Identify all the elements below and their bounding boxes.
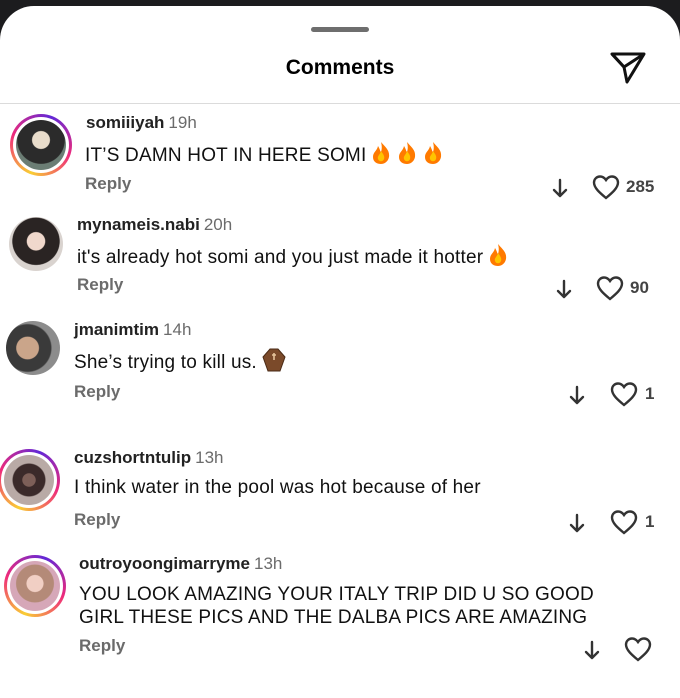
- like-count: 90: [630, 278, 649, 297]
- fire-emoji-icon: [490, 244, 507, 266]
- reply-button[interactable]: Reply: [77, 275, 123, 295]
- like-count: 1: [645, 384, 655, 403]
- arrow-down-icon[interactable]: [555, 279, 573, 301]
- username-text: somiiiyah: [86, 113, 165, 132]
- comment-username[interactable]: outroyoongimarryme 13h: [79, 554, 282, 574]
- heart-outline-icon[interactable]: [624, 636, 652, 662]
- heart-outline-icon[interactable]: [592, 174, 620, 200]
- like-count: 1: [645, 512, 655, 531]
- reply-button[interactable]: Reply: [74, 510, 120, 530]
- avatar[interactable]: [0, 449, 60, 511]
- comment-text: IT’S DAMN HOT IN HERE SOMI: [85, 141, 444, 167]
- header-divider: [0, 103, 680, 104]
- comment-time: 13h: [195, 448, 224, 467]
- page-title: Comments: [285, 56, 395, 79]
- comment-time: 20h: [203, 215, 233, 234]
- comment-time: 13h: [253, 554, 283, 573]
- comment-time: 19h: [168, 113, 197, 132]
- share-button[interactable]: [608, 50, 648, 86]
- reply-button[interactable]: Reply: [85, 174, 131, 194]
- comment-username[interactable]: jmanimtim 14h: [74, 320, 191, 340]
- heart-outline-icon[interactable]: [610, 381, 638, 407]
- arrow-down-icon[interactable]: [551, 178, 569, 200]
- username-text: cuzshortntulip: [74, 448, 192, 467]
- username-text: outroyoongimarryme: [79, 554, 250, 573]
- comment-username[interactable]: cuzshortntulip 13h: [74, 448, 223, 468]
- comment-text-content: She’s trying to kill us.: [74, 352, 257, 373]
- fire-emoji-icon: [425, 142, 442, 164]
- arrow-down-icon[interactable]: [568, 385, 586, 407]
- username-text: mynameis.nabi: [77, 215, 200, 234]
- comment-username[interactable]: somiiiyah 19h: [86, 113, 197, 133]
- like-count: 285: [626, 177, 655, 196]
- fire-emoji-icon: [399, 142, 416, 164]
- comment-text-content: it's already hot somi and you just made …: [77, 247, 484, 268]
- avatar[interactable]: [4, 555, 66, 617]
- heart-outline-icon[interactable]: [596, 275, 624, 301]
- comment-text-line: YOU LOOK AMAZING YOUR ITALY TRIP DID U S…: [79, 584, 594, 605]
- sheet-grabber[interactable]: [311, 27, 369, 32]
- paper-plane-icon: [610, 52, 646, 84]
- comment-text: I think water in the pool was hot becaus…: [74, 476, 481, 499]
- avatar[interactable]: [9, 217, 63, 271]
- comment-username[interactable]: mynameis.nabi 20h: [77, 215, 232, 235]
- comment-text-content: I think water in the pool was hot becaus…: [74, 477, 481, 498]
- comment-text: YOU LOOK AMAZING YOUR ITALY TRIP DID U S…: [79, 583, 594, 629]
- comment-time: 14h: [163, 320, 192, 339]
- comment-text-content: IT’S DAMN HOT IN HERE SOMI: [85, 145, 367, 166]
- avatar[interactable]: [10, 114, 72, 176]
- reply-button[interactable]: Reply: [79, 636, 125, 656]
- comments-sheet: Comments somiiiyah 19h IT’S DAMN HOT IN H…: [0, 6, 680, 698]
- fire-emoji-icon: [373, 142, 390, 164]
- comment-text: it's already hot somi and you just made …: [77, 243, 509, 269]
- reply-button[interactable]: Reply: [74, 382, 120, 402]
- comment-text: She’s trying to kill us.: [74, 348, 287, 374]
- arrow-down-icon[interactable]: [583, 640, 601, 662]
- avatar[interactable]: [6, 321, 60, 375]
- arrow-down-icon[interactable]: [568, 513, 586, 535]
- coffin-emoji-icon: [262, 348, 286, 372]
- username-text: jmanimtim: [74, 320, 160, 339]
- heart-outline-icon[interactable]: [610, 509, 638, 535]
- comment-text-line: GIRL THESE PICS AND THE DALBA PICS ARE A…: [79, 607, 588, 628]
